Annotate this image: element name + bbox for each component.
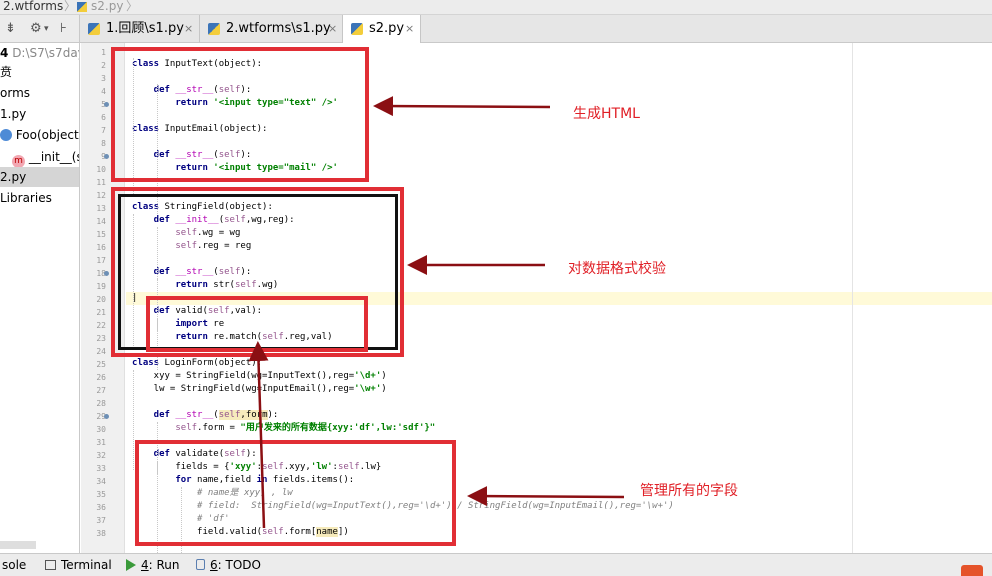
console-tab[interactable]: sole [2,558,26,572]
arrow-to-fields-box [467,486,625,507]
arrow-to-html-box [373,96,551,117]
logo-icon [961,565,983,576]
annotation-arrows [248,96,625,529]
tool-window-bar: sole Terminal 4: Run 6: TODO [0,553,992,576]
run-icon [126,559,136,571]
arrow-valid-call [248,341,269,529]
todo-icon [196,559,205,570]
annotation-manage-fields: 管理所有的字段 [640,483,738,499]
run-tab[interactable]: 4: Run [126,558,180,572]
todo-tab[interactable]: 6: TODO [196,558,261,572]
terminal-tab[interactable]: Terminal [45,558,112,572]
annotation-generate-html: 生成HTML [573,106,640,122]
annotation-validate-format: 对数据格式校验 [568,261,666,277]
terminal-icon [45,560,56,570]
